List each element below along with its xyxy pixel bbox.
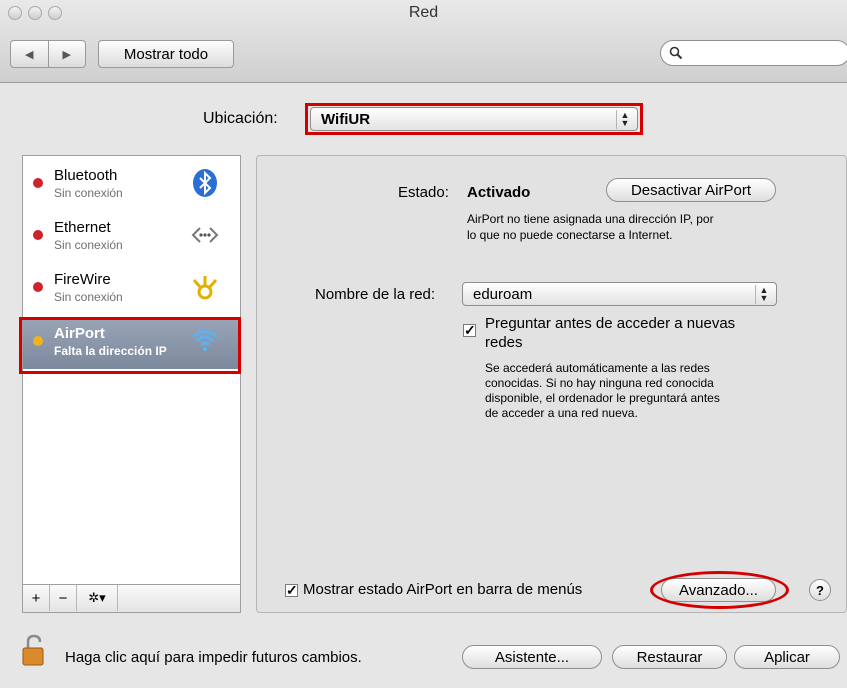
network-name-value: eduroam xyxy=(473,286,533,303)
airport-highlight xyxy=(19,317,241,374)
airport-settings-panel: Estado: Activado Desactivar AirPort AirP… xyxy=(256,155,847,613)
ethernet-icon xyxy=(191,227,219,243)
ask-networks-label-line2: redes xyxy=(485,334,523,351)
network-name-label: Nombre de la red: xyxy=(315,286,436,303)
revert-button[interactable]: Restaurar xyxy=(612,645,727,669)
bluetooth-icon xyxy=(193,169,217,197)
status-value: Activado xyxy=(467,184,531,201)
network-preferences-window: Red ◀ ▶ Mostrar todo Ubicación: WifiUR ▲… xyxy=(0,0,847,688)
search-input[interactable] xyxy=(660,40,847,66)
status-dot xyxy=(33,282,43,292)
service-bluetooth[interactable]: Bluetooth Sin conexión xyxy=(23,159,240,211)
location-value: WifiUR xyxy=(321,111,371,128)
show-status-label: Mostrar estado AirPort en barra de menús xyxy=(303,581,583,598)
service-status: Sin conexión xyxy=(54,238,123,252)
show-status-checkbox[interactable]: ✓ xyxy=(285,583,298,597)
popup-arrows-icon: ▲ ▼ xyxy=(616,110,633,129)
popup-arrows-icon: ▲ ▼ xyxy=(755,285,772,304)
lock-text: Haga clic aquí para impedir futuros camb… xyxy=(65,649,362,666)
service-ethernet[interactable]: Ethernet Sin conexión xyxy=(23,211,240,263)
lock-icon[interactable] xyxy=(22,634,46,666)
service-status: Sin conexión xyxy=(54,186,123,200)
help-button[interactable]: ? xyxy=(809,579,831,601)
status-description-line1: AirPort no tiene asignada una dirección … xyxy=(467,212,714,226)
status-dot xyxy=(33,230,43,240)
ask-description-line4: de acceder a una red nueva. xyxy=(485,406,638,420)
assistant-button[interactable]: Asistente... xyxy=(462,645,602,669)
add-service-button[interactable]: + xyxy=(23,585,50,611)
gear-icon[interactable]: ✲▾ xyxy=(77,585,118,611)
remove-service-button[interactable]: − xyxy=(50,585,77,611)
nav-back-forward: ◀ ▶ xyxy=(10,40,86,68)
service-list-footer: + − ✲▾ xyxy=(22,585,241,613)
status-description-line2: lo que no puede conectarse a Internet. xyxy=(467,228,673,242)
window-title: Red xyxy=(408,4,439,21)
status-dot xyxy=(33,178,43,188)
show-all-button[interactable]: Mostrar todo xyxy=(98,40,234,68)
title-toolbar: Red ◀ ▶ Mostrar todo xyxy=(0,0,847,83)
service-name: FireWire xyxy=(54,271,111,288)
service-name: Ethernet xyxy=(54,219,111,236)
status-label: Estado: xyxy=(398,184,449,201)
ask-networks-checkbox[interactable]: ✓ xyxy=(463,323,476,337)
toggle-airport-button[interactable]: Desactivar AirPort xyxy=(606,178,776,202)
firewire-icon xyxy=(192,276,218,300)
network-name-popup[interactable]: eduroam ▲ ▼ xyxy=(462,282,777,306)
service-status: Sin conexión xyxy=(54,290,123,304)
apply-button[interactable]: Aplicar xyxy=(734,645,840,669)
ask-description-line2: conocidas. Si no hay ninguna red conocid… xyxy=(485,376,714,390)
search-icon xyxy=(669,46,683,60)
ask-networks-label-line1: Preguntar antes de acceder a nuevas xyxy=(485,315,736,332)
back-arrow-icon[interactable]: ◀ xyxy=(11,41,48,67)
service-name: Bluetooth xyxy=(54,167,118,184)
location-label: Ubicación: xyxy=(203,110,278,127)
service-firewire[interactable]: FireWire Sin conexión xyxy=(23,263,240,315)
advanced-highlight xyxy=(650,571,789,609)
ask-description-line3: disponible, el ordenador le preguntará a… xyxy=(485,391,720,405)
forward-arrow-icon[interactable]: ▶ xyxy=(47,41,86,67)
location-popup[interactable]: WifiUR ▲ ▼ xyxy=(310,107,638,131)
ask-description-line1: Se accederá automáticamente a las redes xyxy=(485,361,710,375)
